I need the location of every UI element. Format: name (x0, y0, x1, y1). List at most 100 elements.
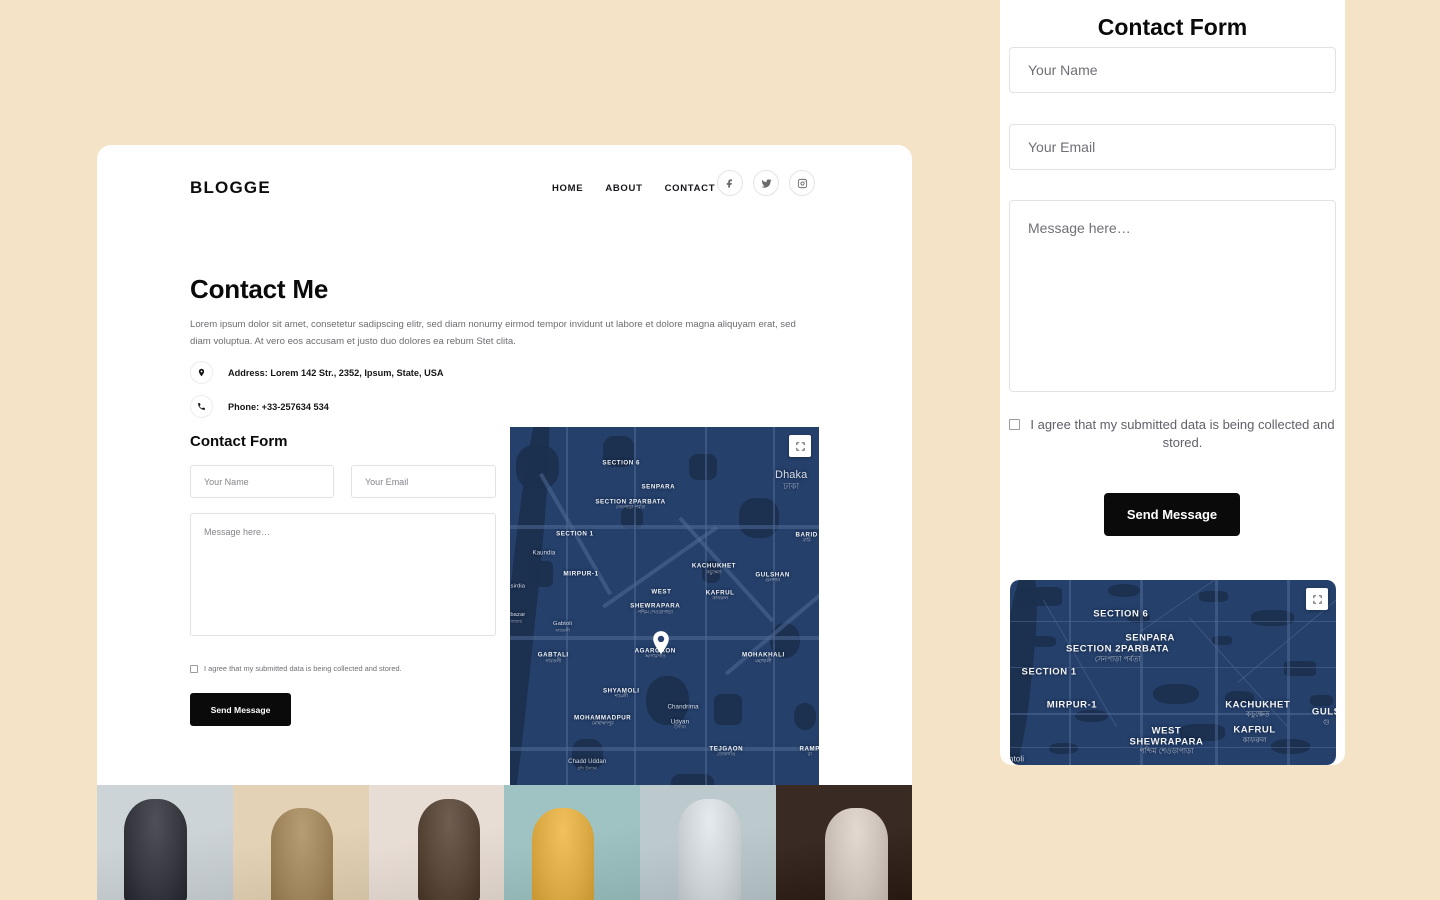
map-label: SHEWRAPARA পশ্চিম শেওড়াপাড়া (630, 603, 680, 616)
map-label: Gabtoli গাবতলী (553, 621, 572, 633)
map-label: htoli (1010, 755, 1024, 764)
map-canvas-desktop: SECTION 6 SENPARA SECTION 2PARBATA সেনপাড়া… (510, 427, 819, 785)
map-road (566, 427, 568, 785)
twitter-icon[interactable] (753, 170, 779, 196)
map-canvas-mobile: SECTION 6 SENPARA SECTION 2PARBATA সেনপাড়া… (1010, 580, 1336, 765)
map-label: SECTION 2PARBATA সেনপাড়া পর্বতা (1066, 644, 1169, 663)
map-label: SECTION 6 (602, 459, 640, 466)
gallery-photo[interactable] (640, 785, 776, 900)
map-label: Kaundia (533, 550, 556, 557)
map-label: MIRPUR-1 (1047, 700, 1097, 711)
map-label: Udyan উদ্যান (671, 719, 689, 732)
gallery-photo-subject (271, 808, 333, 900)
consent-checkbox[interactable] (190, 665, 198, 673)
social-links (717, 170, 815, 196)
contact-form-title: Contact Form (190, 433, 288, 450)
fullscreen-icon-mobile[interactable] (1306, 588, 1328, 610)
map-land-area (794, 703, 816, 730)
map-label: GULSগু (1312, 707, 1336, 726)
map-label: Chandrima (667, 704, 698, 711)
map-land-area (1310, 695, 1333, 706)
map-label: SHYAMOLI শ্যামলী (603, 688, 640, 701)
gallery-photo-subject (532, 808, 594, 900)
map-label: KACHUKHET কচুক্ষেত (692, 563, 736, 576)
map-label: SHEWRAPARA পশ্চিম শেওড়াপাড়া (1130, 737, 1204, 756)
map-land-area (646, 676, 689, 725)
map-marker-icon[interactable] (653, 631, 670, 654)
google-map-desktop[interactable]: SECTION 6 SENPARA SECTION 2PARBATA সেনপাড়া… (510, 427, 819, 785)
consent-label: I agree that my submitted data is being … (204, 664, 402, 673)
send-message-button[interactable]: Send Message (190, 693, 291, 726)
site-header: BLOGGE HOME ABOUT CONTACT (97, 145, 912, 225)
email-input[interactable] (351, 465, 496, 498)
map-label: TEJGAON তেজগাঁও (709, 746, 743, 759)
location-pin-icon (190, 361, 213, 384)
consent-row[interactable]: I agree that my submitted data is being … (190, 664, 402, 673)
map-label: KACHUKHET কচুক্ষেত (1225, 700, 1290, 719)
gallery-photo-subject (124, 799, 186, 900)
map-land-area (671, 774, 714, 785)
map-land-area (1199, 591, 1228, 602)
mobile-consent-checkbox[interactable] (1009, 419, 1020, 430)
map-land-area (714, 694, 742, 725)
fullscreen-icon[interactable] (789, 435, 811, 457)
gallery-photo[interactable] (369, 785, 505, 900)
map-label: SECTION 6 (1093, 610, 1148, 621)
mobile-consent-label: I agree that my submitted data is being … (1029, 416, 1336, 452)
nav-item-contact[interactable]: CONTACT (665, 183, 716, 194)
gallery-photo-subject (418, 799, 480, 900)
map-label: nbazarবাজার (510, 612, 525, 624)
name-input[interactable] (190, 465, 334, 498)
gallery-photo-subject (678, 799, 740, 900)
map-label: MIRPUR-1 (563, 570, 598, 577)
gallery-photo[interactable] (504, 785, 640, 900)
map-label: SENPARA (641, 484, 675, 491)
map-label: GABTALI গাবতলী (538, 652, 569, 665)
map-land-area (1049, 743, 1078, 754)
mobile-email-input[interactable] (1009, 124, 1336, 170)
phone-text: Phone: +33-257634 534 (228, 402, 329, 412)
instagram-icon[interactable] (789, 170, 815, 196)
map-label: SECTION 1 (1022, 667, 1077, 678)
map-road (1287, 580, 1290, 765)
gallery-photo-subject (825, 808, 887, 900)
map-land-area (689, 454, 717, 481)
map-label: KAFRUL কাফরুল (1233, 726, 1275, 745)
mobile-name-input[interactable] (1009, 47, 1336, 93)
map-label: GULSHAN গুলশান (755, 572, 789, 585)
map-label: MOHAMMADPUR মোহাম্মদপুর (574, 714, 631, 727)
message-textarea[interactable] (190, 513, 496, 636)
map-land-area (1153, 684, 1199, 704)
map-label: asirdia (510, 584, 525, 591)
nav-item-about[interactable]: ABOUT (605, 183, 642, 194)
map-label: MOHAKHALI মহাখালী (742, 652, 785, 665)
gallery-photo[interactable] (97, 785, 233, 900)
map-label: Dhaka ঢাকা (775, 469, 807, 492)
address-text: Address: Lorem 142 Str., 2352, Ipsum, St… (228, 368, 443, 378)
address-row: Address: Lorem 142 Str., 2352, Ipsum, St… (190, 361, 443, 384)
facebook-icon[interactable] (717, 170, 743, 196)
mobile-form-title: Contact Form (1000, 14, 1345, 41)
primary-nav: HOME ABOUT CONTACT (552, 183, 715, 194)
map-label: BARID বারি (795, 532, 817, 545)
mobile-message-textarea[interactable] (1009, 200, 1336, 392)
nav-item-home[interactable]: HOME (552, 183, 583, 194)
intro-paragraph: Lorem ipsum dolor sit amet, consetetur s… (190, 317, 808, 350)
page-root: BLOGGE HOME ABOUT CONTACT Contact Me Lor (0, 0, 1440, 900)
map-road (705, 427, 707, 785)
main-content-card: BLOGGE HOME ABOUT CONTACT Contact Me Lor (97, 145, 912, 785)
map-land-area (1075, 710, 1108, 723)
map-land-area (1108, 584, 1141, 597)
mobile-send-message-button[interactable]: Send Message (1104, 493, 1240, 536)
map-label: KAFRUL কাফরুল (706, 590, 735, 603)
gallery-photo[interactable] (776, 785, 912, 900)
map-label: WEST (651, 588, 671, 595)
map-label: Chadd Uddan চাঁদ উদ্যান (568, 759, 606, 771)
brand-logo[interactable]: BLOGGE (190, 178, 271, 198)
gallery-photo[interactable] (233, 785, 369, 900)
google-map-mobile[interactable]: SECTION 6 SENPARA SECTION 2PARBATA সেনপাড়া… (1010, 580, 1336, 765)
map-label: RAMP রা (800, 746, 819, 759)
mobile-consent-row[interactable]: I agree that my submitted data is being … (1009, 416, 1336, 452)
google-map-mobile-wrap: SECTION 6 SENPARA SECTION 2PARBATA সেনপাড়া… (1010, 580, 1336, 765)
page-title: Contact Me (190, 274, 328, 305)
